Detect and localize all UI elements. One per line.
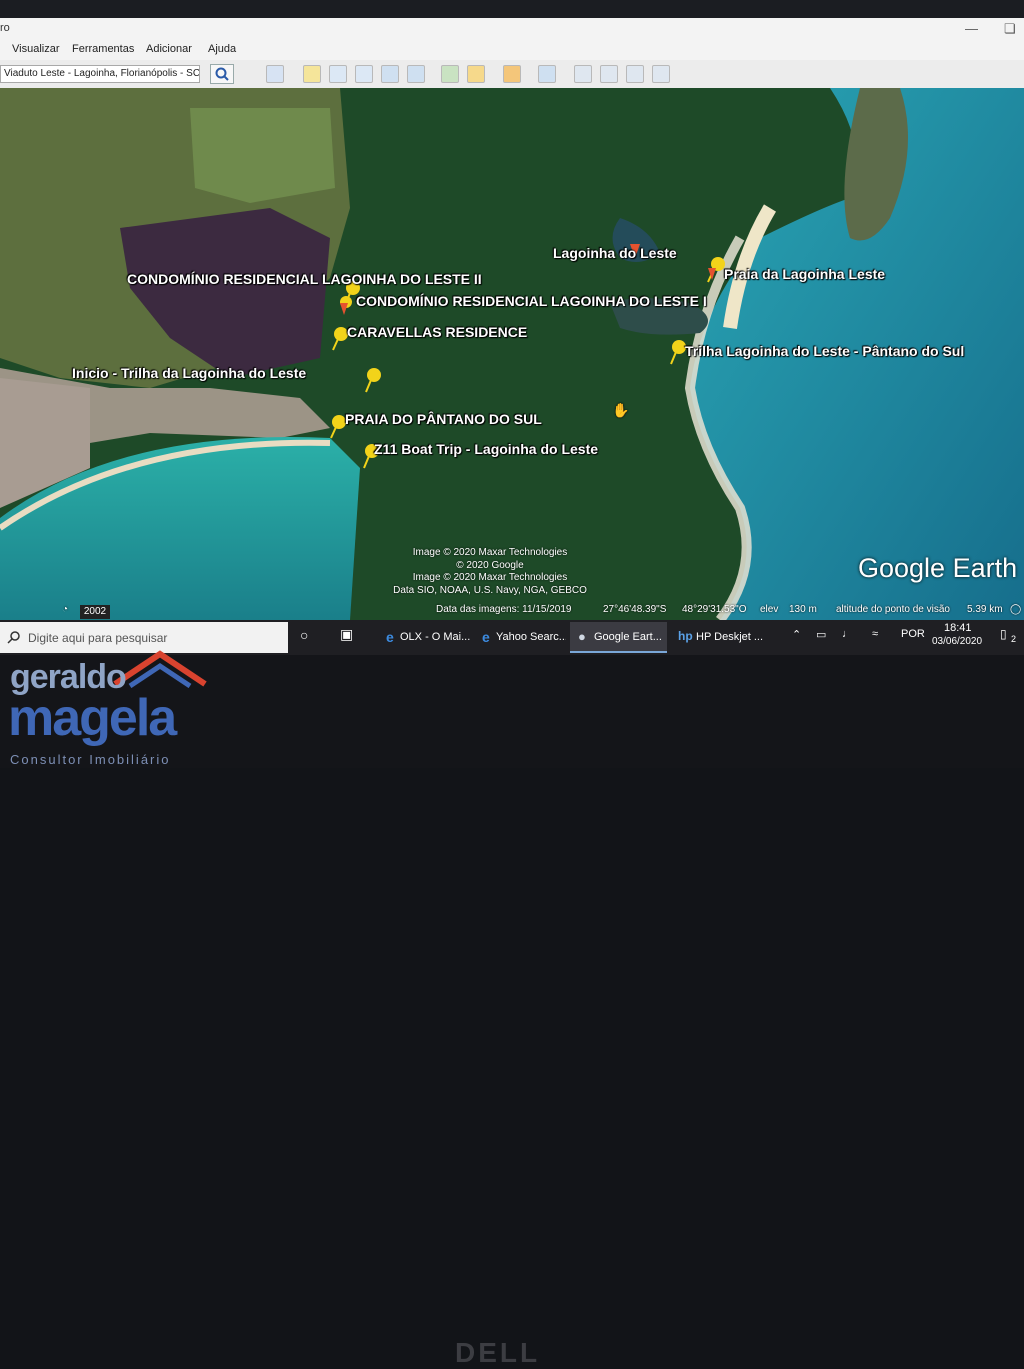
hand-cursor-icon: ✋ [612,402,630,418]
imagery-date: Data das imagens: 11/15/2019 [436,604,572,615]
add-polygon-icon[interactable] [329,65,347,83]
notification-count-badge: 2 [1011,634,1017,644]
menu-ajuda[interactable]: Ajuda [208,43,236,55]
elevation-value: 130 m [789,604,817,615]
credit-line: Image © 2020 Maxar Technologies [412,572,568,583]
image-overlay-icon[interactable] [381,65,399,83]
minimize-icon[interactable]: — [965,21,978,36]
menu-ferramentas[interactable]: Ferramentas [72,43,134,55]
battery-icon[interactable]: ▭ [816,628,826,641]
elevation-label: elev [760,604,779,615]
toolbar: Viaduto Leste - Lagoinha, Florianópolis … [0,60,1024,89]
clock-date[interactable]: 03/06/2020 [932,636,982,647]
latitude-readout: 27°46'48.39"S [603,604,667,615]
history-year-badge[interactable]: 2002 [80,605,110,619]
google-earth-app-icon: ● [578,629,586,644]
print-icon[interactable] [600,65,618,83]
placemark-pin-praia-pantano[interactable] [330,415,346,439]
view-in-maps-icon[interactable] [652,65,670,83]
placemark-label-trilha[interactable]: Trilha Lagoinha do Leste - Pântano do Su… [685,343,964,359]
imagery-credits: Image © 2020 Maxar Technologies © 2020 G… [380,547,600,597]
credit-line: Image © 2020 Maxar Technologies [412,547,568,558]
placemark-pin-praia-da-lagoinha-leste[interactable] [707,257,725,283]
placemark-label-praia-pantano[interactable]: PRAIA DO PÂNTANO DO SUL [345,411,542,427]
hp-icon: hp [678,629,693,643]
status-bar: ◔ Data das imagens: 11/15/2019 27°46'48.… [0,600,1024,620]
credit-line: Data SIO, NOAA, U.S. Navy, NGA, GEBCO [393,584,587,596]
placemark-label-caravellas[interactable]: CARAVELLAS RESIDENCE [347,324,527,340]
placemark-label-praia-da-lagoinha-leste[interactable]: Praia da Lagoinha Leste [724,266,885,282]
search-icon [7,631,20,644]
maximize-icon[interactable]: ❏ [1004,21,1016,37]
placemark-label-lagoinha-do-leste[interactable]: Lagoinha do Leste [553,245,677,261]
volume-icon[interactable]: ♩ [842,628,853,640]
taskbar-search-placeholder: Digite aqui para pesquisar [28,631,168,645]
eye-altitude-value: 5.39 km [967,604,1003,615]
laptop-screen: ro — ❏ Visualizar Ferramentas Adicionar … [0,0,1024,655]
save-image-icon[interactable] [626,65,644,83]
title-bar: ro — ❏ [0,18,1024,40]
task-view-icon[interactable]: ▣ [340,626,353,643]
tray-chevron-up-icon[interactable]: ⌃ [792,628,801,641]
sunlight-icon[interactable] [467,65,485,83]
search-icon [215,67,229,81]
dell-logo: DELL [455,1337,541,1368]
ruler-icon[interactable] [538,65,556,83]
notification-center-icon[interactable]: ▯ [1000,627,1007,641]
window-title: ro [0,22,10,34]
network-icon[interactable]: ≈ [872,628,878,640]
menu-bar: Visualizar Ferramentas Adicionar Ajuda [0,40,1024,60]
sidebar-toggle-icon[interactable] [266,65,284,83]
ie-icon: e [482,629,490,645]
watermark-subtitle: Consultor Imobiliário [10,752,171,767]
placemark-label-condominio-i[interactable]: CONDOMÍNIO RESIDENCIAL LAGOINHA DO LESTE… [356,293,707,309]
language-indicator[interactable]: POR [901,628,925,640]
credit-line: © 2020 Google [456,559,524,571]
placemark-label-inicio-trilha[interactable]: Inicio - Trilha da Lagoinha do Leste [72,365,306,381]
ie-icon: e [386,629,394,645]
globe-status-icon: ◯ [1010,604,1022,615]
placemark-pin-inicio-trilha[interactable] [365,368,381,393]
satellite-map-view[interactable]: Lagoinha do Leste Praia da Lagoinha Lest… [0,88,1024,620]
historical-imagery-icon[interactable] [441,65,459,83]
eye-altitude-label: altitude do ponto de visão [836,604,950,615]
add-placemark-icon[interactable] [303,65,321,83]
placemark-pin-condominio-i[interactable] [340,296,352,315]
email-icon[interactable] [574,65,592,83]
placemark-pin-trilha[interactable] [670,340,686,365]
menu-adicionar[interactable]: Adicionar [146,43,192,55]
clock-time[interactable]: 18:41 [944,622,972,634]
watermark-magela: magela [8,689,177,747]
add-path-icon[interactable] [355,65,373,83]
placemark-label-boat-trip[interactable]: Z11 Boat Trip - Lagoinha do Leste [374,441,598,457]
planets-icon[interactable] [503,65,521,83]
google-earth-logo: Google Earth [858,553,1018,583]
placemark-pin-caravellas[interactable] [332,327,348,351]
placemark-label-condominio-ii[interactable]: CONDOMÍNIO RESIDENCIAL LAGOINHA DO LESTE… [127,271,482,287]
menu-visualizar[interactable]: Visualizar [12,43,60,55]
longitude-readout: 48°29'31.53"O [682,604,747,615]
record-tour-icon[interactable] [407,65,425,83]
search-button[interactable] [210,64,234,84]
cortana-icon[interactable]: ○ [300,627,308,643]
historical-clock-icon[interactable]: ◔ [62,604,68,615]
search-input[interactable]: Viaduto Leste - Lagoinha, Florianópolis … [0,65,200,83]
